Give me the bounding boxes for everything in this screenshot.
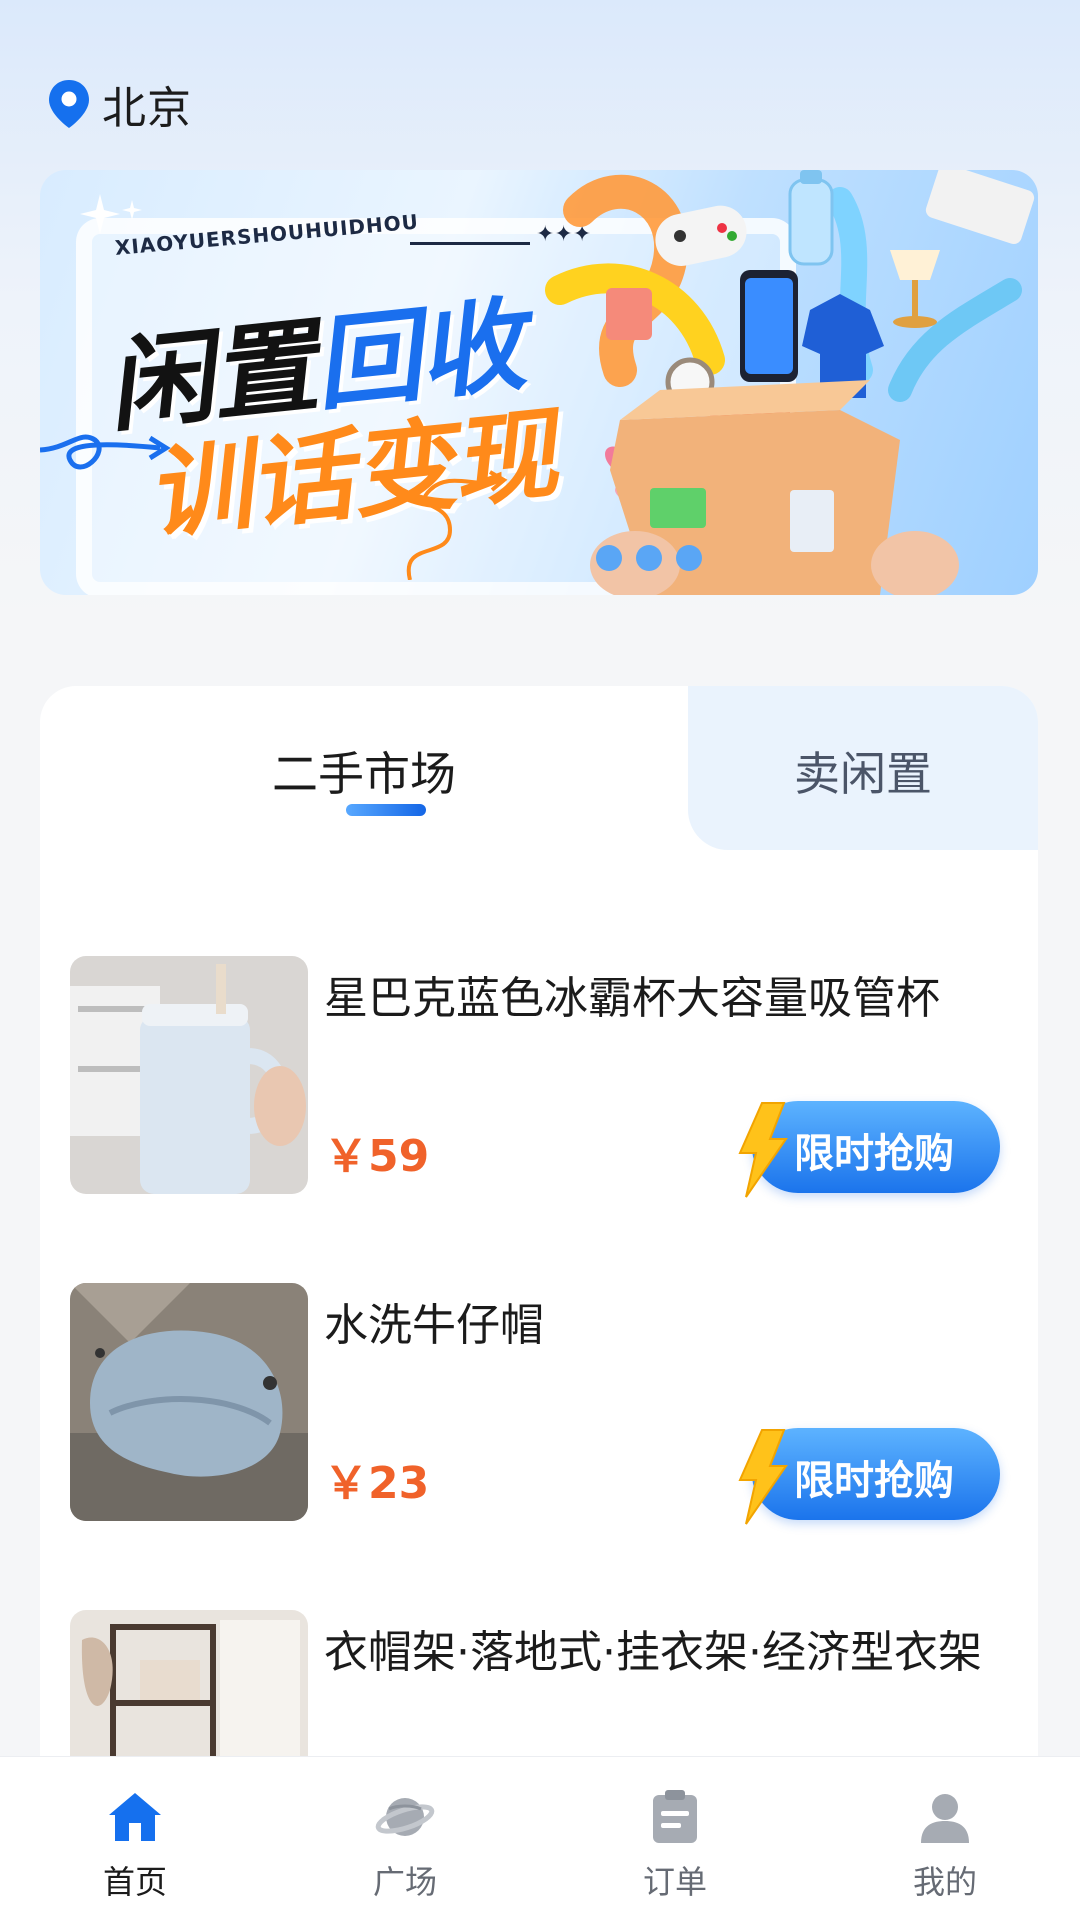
active-tab-indicator (346, 804, 426, 816)
pager-dot (676, 545, 702, 571)
tab-second-hand-market[interactable]: 二手市场 (40, 738, 688, 804)
tab-orders-label: 订单 (642, 1863, 707, 1901)
user-icon (921, 1794, 969, 1843)
banner-pager (596, 545, 702, 571)
arrow-swirl-icon (40, 434, 171, 470)
banner-subtitle-line (410, 242, 530, 245)
home-icon (109, 1793, 161, 1841)
product-image (70, 1283, 308, 1521)
tab-home[interactable]: 首页 (0, 1757, 270, 1920)
orange-swirl-icon (406, 470, 508, 580)
market-card: 二手市场 卖闲置 星巴克蓝色冰霸杯大容量吸管杯 ￥59 限时抢购 水洗牛仔帽 ￥… (40, 686, 1038, 1920)
product-price: ￥23 (324, 1458, 430, 1509)
clipboard-icon (653, 1790, 697, 1843)
tab-square-label: 广场 (372, 1863, 437, 1901)
bottom-tab-bar: 首页 广场 订单 我的 (0, 1756, 1080, 1920)
tab-sell-idle-label[interactable]: 卖闲置 (688, 738, 1038, 804)
lightning-icon (738, 1429, 788, 1525)
flash-sale-button[interactable]: 限时抢购 (732, 1101, 1000, 1198)
flash-sale-label: 限时抢购 (794, 1458, 954, 1504)
tab-mine-label: 我的 (912, 1863, 977, 1901)
recycle-box-illustration (545, 170, 1035, 595)
promo-banner[interactable]: XIAOYUERSHOUHUIDHOU ✦✦✦ 闲置回收 训话变现 (40, 170, 1038, 595)
lightning-icon (738, 1102, 788, 1198)
city-name: 北京 (102, 83, 192, 134)
tab-mine[interactable]: 我的 (810, 1757, 1080, 1920)
pager-dot (596, 545, 622, 571)
tab-home-label: 首页 (102, 1863, 167, 1901)
flash-sale-button[interactable]: 限时抢购 (732, 1428, 1000, 1525)
product-item[interactable]: 水洗牛仔帽 ￥23 限时抢购 (70, 1283, 1010, 1525)
tab-orders[interactable]: 订单 (540, 1757, 810, 1920)
product-title: 星巴克蓝色冰霸杯大容量吸管杯 (324, 973, 940, 1024)
flash-sale-label: 限时抢购 (794, 1131, 954, 1177)
tab-square[interactable]: 广场 (270, 1757, 540, 1920)
planet-icon (375, 1798, 435, 1836)
location-pin-icon (49, 80, 89, 128)
product-image (70, 956, 308, 1194)
home-screen: 北京 XIAOYUERSHOUHUIDHOU ✦✦✦ 闲置回收 训话变现 二手市… (0, 0, 1080, 1920)
product-item[interactable]: 星巴克蓝色冰霸杯大容量吸管杯 ￥59 限时抢购 (70, 956, 1010, 1198)
product-title: 水洗牛仔帽 (324, 1300, 544, 1351)
pager-dot (636, 545, 662, 571)
product-title: 衣帽架·落地式·挂衣架·经济型衣架 (324, 1627, 982, 1678)
location-selector[interactable]: 北京 (46, 72, 192, 136)
product-price: ￥59 (324, 1131, 430, 1182)
